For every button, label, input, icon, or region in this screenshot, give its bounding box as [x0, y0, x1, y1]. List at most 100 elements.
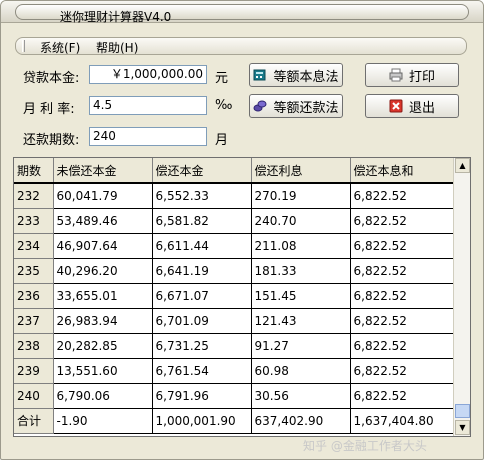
table-cell[interactable]: 6,701.09	[152, 308, 252, 334]
column-header-outstanding[interactable]: 未偿还本金	[53, 158, 153, 184]
table-cell[interactable]: 91.27	[251, 333, 351, 359]
scroll-up-icon[interactable]: ▲	[455, 158, 470, 173]
table-cell[interactable]: 26,983.94	[53, 308, 153, 334]
app-window: 迷你理财计算器V4.0 系统(F) 帮助(H) 贷款本金: ￥1,000,000…	[0, 0, 484, 460]
table-cell[interactable]: 6,822.52	[350, 233, 455, 259]
table-cell[interactable]: 6,611.44	[152, 233, 252, 259]
menu-bar: 系统(F) 帮助(H)	[15, 37, 467, 55]
row-period-cell[interactable]: 240	[14, 383, 54, 409]
periods-unit-label: 月	[215, 133, 229, 148]
table-cell[interactable]: 151.45	[251, 283, 351, 309]
loan-unit-label: 元	[215, 71, 229, 86]
monthly-rate-label: 月 利 率:	[23, 102, 75, 117]
table-header-row: 期数 未偿还本金 偿还本金 偿还利息 偿还本息和	[14, 158, 455, 184]
column-header-total-paid[interactable]: 偿还本息和	[350, 158, 455, 184]
equal-principal-interest-label: 等额本息法	[273, 69, 339, 85]
table-cell[interactable]: 270.19	[251, 182, 351, 209]
row-period-cell[interactable]: 236	[14, 283, 54, 309]
table-row[interactable]: 合计 -1.90 1,000,001.90 637,402.90 1,637,404.8…	[14, 408, 455, 434]
scrollbar-thumb[interactable]	[455, 404, 470, 418]
monthly-rate-input[interactable]: 4.5	[89, 96, 207, 115]
table-cell[interactable]: 46,907.64	[53, 233, 153, 259]
row-period-cell[interactable]: 238	[14, 333, 54, 359]
print-button[interactable]: 打印	[365, 63, 459, 87]
table-cell[interactable]: 60,041.79	[53, 182, 153, 209]
calculator-icon	[253, 69, 266, 81]
table-cell[interactable]: 6,822.52	[350, 358, 455, 384]
row-period-cell[interactable]: 235	[14, 258, 54, 284]
vertical-scrollbar[interactable]: ▲ ▼	[453, 158, 470, 436]
print-label: 打印	[408, 69, 435, 85]
table-cell[interactable]: 6,552.33	[152, 182, 252, 209]
table-row[interactable]: 233 53,489.46 6,581.82 240.70 6,822.52	[14, 208, 455, 234]
rate-unit-label: ‰	[215, 98, 233, 113]
table-cell[interactable]: 33,655.01	[53, 283, 153, 309]
table-cell[interactable]: 6,581.82	[152, 208, 252, 234]
table-cell[interactable]: 40,296.20	[53, 258, 153, 284]
table-cell[interactable]: 13,551.60	[53, 358, 153, 384]
loan-principal-label: 贷款本金:	[23, 71, 80, 86]
table-cell[interactable]: 30.56	[251, 383, 351, 409]
table-row[interactable]: 232 60,041.79 6,552.33 270.19 6,822.52	[14, 182, 455, 209]
table-cell[interactable]: 6,822.52	[350, 283, 455, 309]
printer-icon	[389, 68, 403, 82]
equal-principal-interest-button[interactable]: 等额本息法	[249, 63, 343, 87]
row-period-cell[interactable]: 232	[14, 182, 54, 209]
row-period-cell[interactable]: 合计	[14, 408, 54, 434]
table-row[interactable]: 239 13,551.60 6,761.54 60.98 6,822.52	[14, 358, 455, 384]
table-cell[interactable]: 6,791.96	[152, 383, 252, 409]
row-period-cell[interactable]: 233	[14, 208, 54, 234]
repayment-grid: 期数 未偿还本金 偿还本金 偿还利息 偿还本息和 232 60,041.79 6,5…	[14, 158, 455, 434]
table-cell[interactable]: 6,790.06	[53, 383, 153, 409]
menu-help[interactable]: 帮助(H)	[96, 39, 138, 56]
table-cell[interactable]: 6,822.52	[350, 208, 455, 234]
table-cell[interactable]: 6,761.54	[152, 358, 252, 384]
title-bar: 迷你理财计算器V4.0	[1, 1, 483, 24]
table-cell[interactable]: 6,671.07	[152, 283, 252, 309]
repayment-table[interactable]: 期数 未偿还本金 偿还本金 偿还利息 偿还本息和 232 60,041.79 6,5…	[13, 157, 471, 437]
menu-system[interactable]: 系统(F)	[40, 39, 80, 56]
loan-principal-input[interactable]: ￥1,000,000.00	[89, 65, 207, 84]
table-row[interactable]: 240 6,790.06 6,791.96 30.56 6,822.52	[14, 383, 455, 409]
table-cell[interactable]: 6,731.25	[152, 333, 252, 359]
table-row[interactable]: 236 33,655.01 6,671.07 151.45 6,822.52	[14, 283, 455, 309]
scroll-down-icon[interactable]: ▼	[455, 420, 470, 435]
table-cell[interactable]: 60.98	[251, 358, 351, 384]
table-row[interactable]: 238 20,282.85 6,731.25 91.27 6,822.52	[14, 333, 455, 359]
table-cell[interactable]: 240.70	[251, 208, 351, 234]
coins-icon	[253, 100, 267, 112]
table-cell[interactable]: 1,637,404.80	[350, 408, 455, 434]
column-header-period[interactable]: 期数	[14, 158, 54, 184]
menu-grip-icon	[22, 40, 25, 52]
row-period-cell[interactable]: 237	[14, 308, 54, 334]
window-title: 迷你理财计算器V4.0	[60, 10, 172, 24]
table-cell[interactable]: 6,822.52	[350, 383, 455, 409]
periods-input[interactable]: 240	[89, 127, 207, 146]
equal-principal-button[interactable]: 等额还款法	[249, 94, 343, 118]
periods-label: 还款期数:	[23, 133, 80, 148]
equal-principal-label: 等额还款法	[273, 100, 339, 116]
table-cell[interactable]: 6,822.52	[350, 308, 455, 334]
column-header-interest-paid[interactable]: 偿还利息	[251, 158, 351, 184]
table-row[interactable]: 235 40,296.20 6,641.19 181.33 6,822.52	[14, 258, 455, 284]
close-icon	[389, 99, 403, 113]
table-cell[interactable]: 1,000,001.90	[152, 408, 252, 434]
table-row[interactable]: 234 46,907.64 6,611.44 211.08 6,822.52	[14, 233, 455, 259]
table-cell[interactable]: 6,822.52	[350, 333, 455, 359]
title-pill: 迷你理财计算器V4.0	[15, 4, 469, 24]
table-cell[interactable]: 181.33	[251, 258, 351, 284]
table-cell[interactable]: 121.43	[251, 308, 351, 334]
column-header-principal-paid[interactable]: 偿还本金	[152, 158, 252, 184]
table-cell[interactable]: 6,822.52	[350, 258, 455, 284]
exit-button[interactable]: 退出	[365, 94, 459, 118]
table-cell[interactable]: 6,822.52	[350, 182, 455, 209]
table-cell[interactable]: 211.08	[251, 233, 351, 259]
row-period-cell[interactable]: 239	[14, 358, 54, 384]
table-cell[interactable]: 637,402.90	[251, 408, 351, 434]
row-period-cell[interactable]: 234	[14, 233, 54, 259]
table-cell[interactable]: 6,641.19	[152, 258, 252, 284]
table-cell[interactable]: 20,282.85	[53, 333, 153, 359]
table-cell[interactable]: 53,489.46	[53, 208, 153, 234]
table-row[interactable]: 237 26,983.94 6,701.09 121.43 6,822.52	[14, 308, 455, 334]
table-cell[interactable]: -1.90	[53, 408, 153, 434]
